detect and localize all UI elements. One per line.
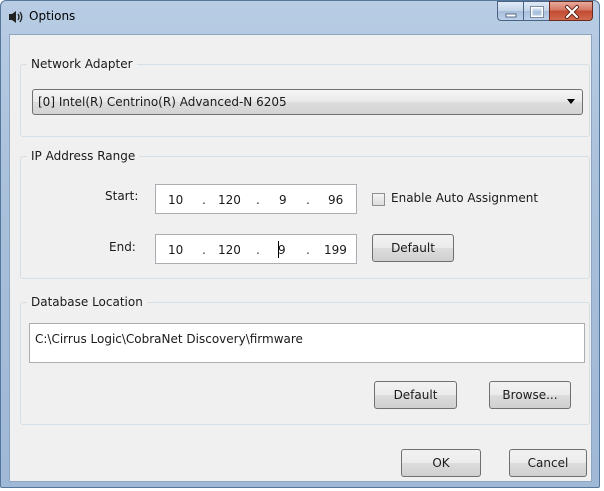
- database-path-value: C:\Cirrus Logic\CobraNet Discovery\firmw…: [35, 332, 303, 346]
- caption-buttons: [497, 1, 593, 23]
- title-bar[interactable]: Options: [1, 1, 599, 35]
- minimize-button[interactable]: [497, 1, 523, 21]
- browse-button[interactable]: Browse...: [489, 381, 571, 409]
- end-octet-4[interactable]: 199: [324, 243, 347, 257]
- ip-address-range-label: IP Address Range: [31, 149, 136, 163]
- ip-dot: .: [256, 193, 260, 207]
- start-ip-input[interactable]: 10 . 120 . 9 . 96: [155, 184, 357, 214]
- minimize-icon: [505, 13, 517, 18]
- text-cursor: [278, 241, 279, 258]
- ip-default-button[interactable]: Default: [372, 234, 454, 262]
- speaker-icon: [8, 10, 26, 24]
- start-octet-4[interactable]: 96: [328, 193, 343, 207]
- end-ip-input[interactable]: 10 . 120 . 9 . 199: [155, 234, 357, 264]
- cancel-button[interactable]: Cancel: [509, 449, 587, 477]
- auto-assignment-checkbox[interactable]: [372, 193, 385, 206]
- end-octet-3[interactable]: 9: [278, 243, 286, 257]
- end-octet-2[interactable]: 120: [218, 243, 241, 257]
- network-adapter-value: [0] Intel(R) Centrino(R) Advanced-N 6205: [38, 95, 287, 109]
- database-default-button[interactable]: Default: [374, 381, 457, 409]
- start-octet-2[interactable]: 120: [218, 193, 241, 207]
- end-label: End:: [109, 240, 136, 254]
- database-location-label: Database Location: [31, 295, 143, 309]
- maximize-button[interactable]: [523, 1, 549, 21]
- ip-dot: .: [202, 243, 206, 257]
- auto-assignment-label[interactable]: Enable Auto Assignment: [391, 191, 538, 205]
- options-window: Options Network Adapter [0] Intel(R) Cen…: [0, 0, 600, 488]
- close-button[interactable]: [549, 1, 593, 21]
- database-path-input[interactable]: C:\Cirrus Logic\CobraNet Discovery\firmw…: [29, 323, 585, 363]
- maximize-icon: [530, 6, 544, 18]
- close-icon: [565, 5, 579, 19]
- ip-dot: .: [306, 193, 310, 207]
- end-octet-1[interactable]: 10: [168, 243, 183, 257]
- network-adapter-select[interactable]: [0] Intel(R) Centrino(R) Advanced-N 6205: [32, 89, 583, 115]
- chevron-down-icon: [567, 99, 575, 104]
- start-octet-3[interactable]: 9: [279, 193, 287, 207]
- start-label: Start:: [105, 189, 139, 203]
- window-title: Options: [29, 9, 76, 23]
- network-adapter-label: Network Adapter: [31, 57, 133, 71]
- start-octet-1[interactable]: 10: [168, 193, 183, 207]
- ip-dot: .: [202, 193, 206, 207]
- ip-dot: .: [306, 243, 310, 257]
- ok-button[interactable]: OK: [401, 449, 481, 477]
- ip-dot: .: [256, 243, 260, 257]
